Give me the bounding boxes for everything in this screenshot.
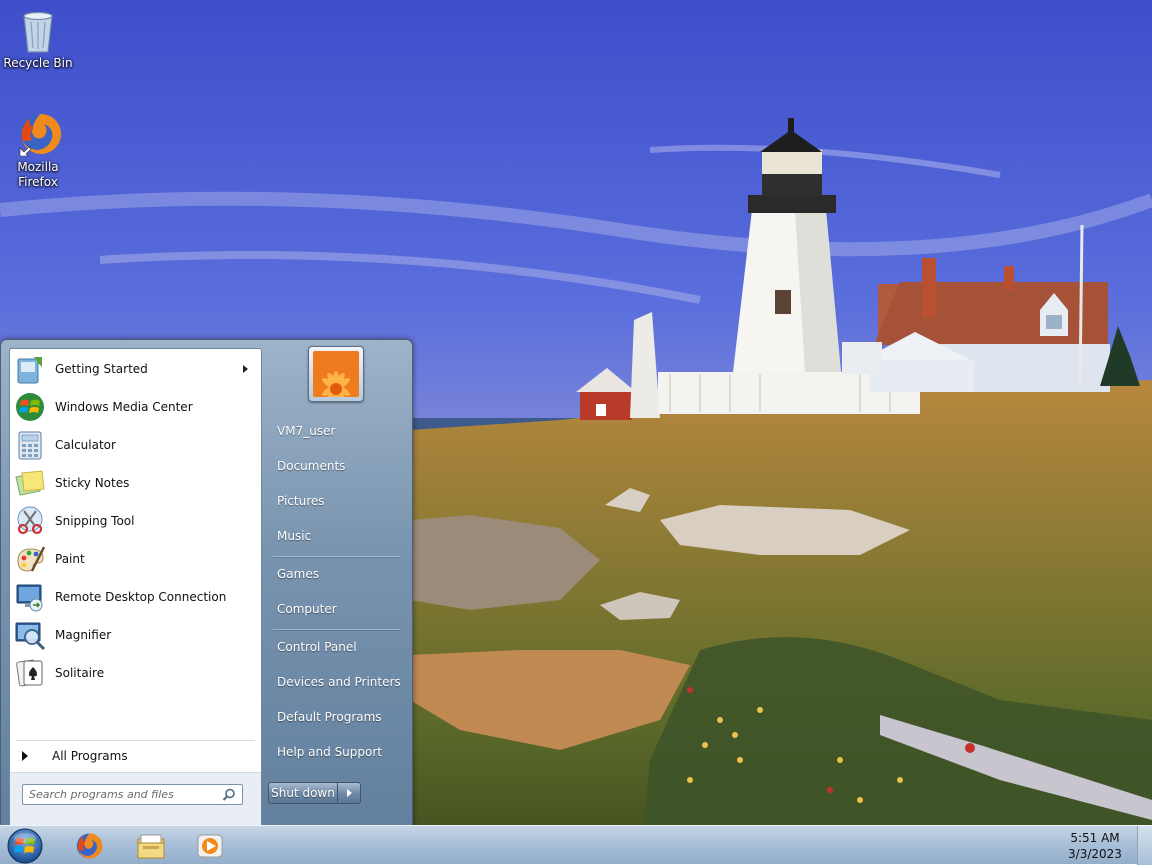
program-label: Magnifier	[55, 628, 112, 642]
program-label: Calculator	[55, 438, 116, 452]
taskbar: 5:51 AM 3/3/2023	[0, 825, 1152, 865]
program-solitaire[interactable]: Solitaire	[12, 655, 258, 691]
programs-separator	[16, 740, 255, 741]
program-magnifier[interactable]: Magnifier	[12, 617, 258, 653]
recycle-bin-icon	[14, 6, 62, 54]
start-link-music[interactable]: Music	[277, 529, 311, 543]
shutdown-options-button[interactable]	[338, 782, 361, 804]
chevron-right-icon	[347, 789, 352, 797]
media-center-icon	[14, 391, 46, 423]
all-programs-button[interactable]: All Programs	[18, 747, 128, 765]
start-menu-programs-pane: Getting Started Windows Media Center Cal…	[9, 348, 262, 826]
show-desktop-button[interactable]	[1137, 826, 1152, 865]
calculator-icon	[14, 429, 46, 461]
start-link-user[interactable]: VM7_user	[277, 424, 335, 438]
system-clock[interactable]: 5:51 AM 3/3/2023	[1065, 830, 1125, 862]
expand-arrow-icon	[22, 751, 28, 761]
search-icon[interactable]	[222, 788, 236, 802]
start-link-control-panel[interactable]: Control Panel	[277, 640, 357, 654]
desktop-icon-label: Recycle Bin	[3, 56, 73, 70]
firefox-icon	[14, 110, 62, 158]
program-label: Snipping Tool	[55, 514, 135, 528]
program-windows-media-center[interactable]: Windows Media Center	[12, 389, 258, 425]
all-programs-label: All Programs	[52, 749, 128, 763]
start-link-help-support[interactable]: Help and Support	[277, 745, 382, 759]
program-label: Sticky Notes	[55, 476, 130, 490]
desktop-icon-firefox[interactable]: Mozilla Firefox	[0, 110, 76, 190]
start-button[interactable]	[5, 827, 45, 865]
firefox-icon	[73, 831, 103, 861]
taskbar-media-player[interactable]	[182, 828, 238, 863]
program-snipping-tool[interactable]: Snipping Tool	[12, 503, 258, 539]
shutdown-button[interactable]: Shut down	[268, 782, 338, 804]
program-label: Windows Media Center	[55, 400, 193, 414]
clock-time: 5:51 AM	[1070, 831, 1120, 845]
search-area	[10, 772, 261, 825]
getting-started-icon	[14, 353, 46, 385]
shutdown-control: Shut down	[268, 782, 361, 804]
program-sticky-notes[interactable]: Sticky Notes	[12, 465, 258, 501]
start-link-games[interactable]: Games	[277, 567, 319, 581]
search-input[interactable]	[29, 786, 215, 803]
snipping-tool-icon	[14, 505, 46, 537]
clock-date: 3/3/2023	[1068, 847, 1122, 861]
desktop-icon-label: Mozilla Firefox	[17, 160, 59, 189]
windows-logo-icon	[7, 828, 43, 864]
places-separator	[273, 556, 401, 557]
start-link-default-programs[interactable]: Default Programs	[277, 710, 382, 724]
places-separator	[273, 629, 401, 630]
flower-avatar-icon	[313, 351, 359, 397]
desktop-icon-recycle-bin[interactable]: Recycle Bin	[0, 6, 76, 71]
program-remote-desktop[interactable]: Remote Desktop Connection	[12, 579, 258, 615]
program-getting-started[interactable]: Getting Started	[12, 351, 258, 387]
windows-explorer-icon	[136, 831, 166, 861]
program-label: Remote Desktop Connection	[55, 590, 227, 604]
program-label: Paint	[55, 552, 85, 566]
paint-icon	[14, 543, 46, 575]
start-menu: Getting Started Windows Media Center Cal…	[0, 339, 413, 827]
user-avatar[interactable]	[308, 346, 364, 402]
start-link-computer[interactable]: Computer	[277, 602, 337, 616]
start-link-devices-printers[interactable]: Devices and Printers	[277, 675, 401, 689]
program-calculator[interactable]: Calculator	[12, 427, 258, 463]
start-link-documents[interactable]: Documents	[277, 459, 345, 473]
program-label: Solitaire	[55, 666, 105, 680]
media-player-icon	[195, 831, 225, 861]
start-menu-places-pane: VM7_user Documents Pictures Music Games …	[263, 340, 411, 826]
search-box[interactable]	[22, 784, 243, 805]
magnifier-icon	[14, 619, 46, 651]
program-label: Getting Started	[55, 362, 148, 376]
submenu-arrow-icon[interactable]	[243, 365, 248, 373]
taskbar-firefox[interactable]	[60, 828, 116, 863]
start-link-pictures[interactable]: Pictures	[277, 494, 325, 508]
program-paint[interactable]: Paint	[12, 541, 258, 577]
solitaire-icon	[14, 657, 46, 689]
sticky-notes-icon	[14, 467, 46, 499]
remote-desktop-icon	[14, 581, 46, 613]
taskbar-windows-explorer[interactable]	[123, 828, 179, 863]
